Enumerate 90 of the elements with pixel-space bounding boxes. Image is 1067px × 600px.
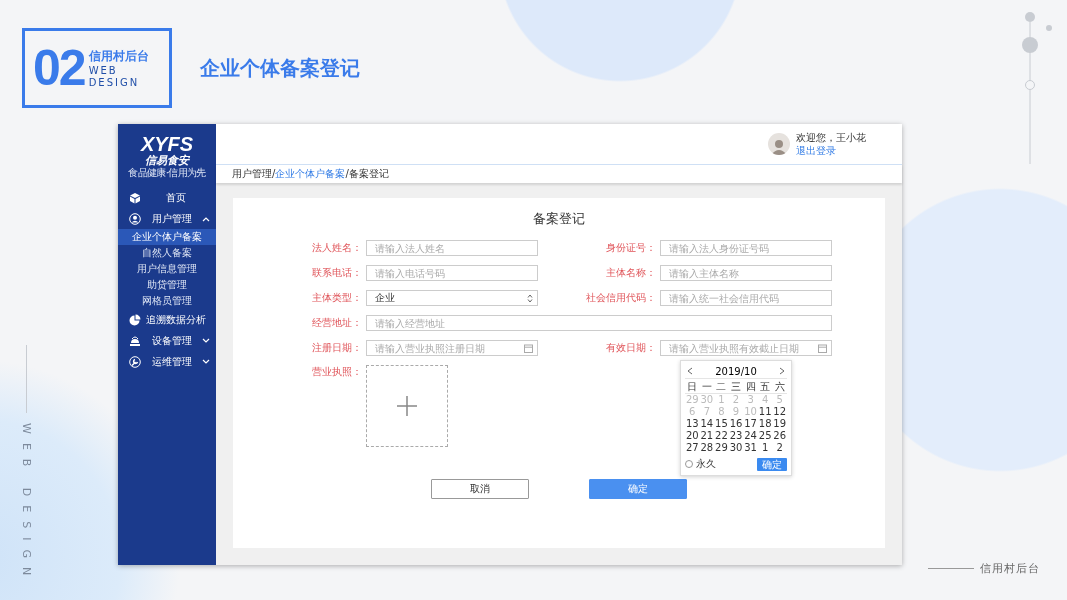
badge-subtitle: WEB xyxy=(88,64,119,77)
radio-button[interactable] xyxy=(685,460,693,468)
breadcrumb-text: /备案登记 xyxy=(345,167,389,181)
user-icon xyxy=(129,212,141,225)
sidebar-item[interactable]: 设备管理 xyxy=(118,330,216,351)
weekday-label: 四 xyxy=(743,381,758,394)
date-field[interactable]: 请输入营业执照有效截止日期 xyxy=(660,340,832,356)
sidebar-item[interactable]: 追溯数据分析 xyxy=(118,309,216,330)
wrench-icon xyxy=(129,355,141,368)
field-label: 联系电话： xyxy=(311,266,363,280)
calendar-day[interactable]: 19 xyxy=(772,418,787,430)
calendar-day[interactable]: 26 xyxy=(772,430,787,442)
welcome-text: 欢迎您，王小花 xyxy=(796,131,866,144)
calendar-day[interactable]: 11 xyxy=(757,406,773,418)
breadcrumb-text: 用户管理/ xyxy=(232,167,276,181)
up-down-arrows-icon xyxy=(527,293,533,303)
text-field[interactable]: 请输入法人姓名 xyxy=(366,240,538,256)
field-label: 经营地址： xyxy=(311,316,363,330)
sidebar-item[interactable]: 首页 xyxy=(118,187,216,208)
cube-icon xyxy=(129,191,141,204)
upload-area[interactable] xyxy=(366,365,448,447)
text-field[interactable]: 请输入主体名称 xyxy=(660,265,832,281)
badge-subtitle: DESIGN xyxy=(88,76,141,89)
calendar-day[interactable]: 13 xyxy=(685,418,700,430)
field-label: 有效日期： xyxy=(605,341,657,355)
calendar-day[interactable]: 28 xyxy=(699,442,715,454)
calendar-icon xyxy=(818,343,827,353)
text-field[interactable]: 请输入法人身份证号码 xyxy=(660,240,832,256)
calendar-day[interactable]: 12 xyxy=(772,406,787,418)
page-heading: 企业个体备案登记 xyxy=(200,54,360,82)
weekday-label: 日 xyxy=(685,381,700,394)
calendar-day[interactable]: 14 xyxy=(699,418,715,430)
submenu-item[interactable]: 助贷管理 xyxy=(118,277,216,293)
field-label: 营业执照： xyxy=(311,365,363,379)
calendar-day[interactable]: 20 xyxy=(685,430,700,442)
vertical-caption: WEB DESIGN xyxy=(20,423,33,585)
pie-chart-icon xyxy=(129,313,141,326)
calendar-day[interactable]: 17 xyxy=(743,418,758,430)
field-label: 主体名称： xyxy=(605,266,657,280)
calendar-day[interactable]: 23 xyxy=(728,430,744,442)
select-field[interactable]: 企业 xyxy=(366,290,538,306)
calendar-day[interactable]: 15 xyxy=(714,418,729,430)
weekday-label: 三 xyxy=(728,381,744,394)
radio-label: 永久 xyxy=(696,457,716,471)
submenu-item[interactable]: 用户信息管理 xyxy=(118,261,216,277)
calendar-day[interactable]: 2 xyxy=(772,442,787,454)
submenu-item[interactable]: 网格员管理 xyxy=(118,293,216,309)
dome-device-icon xyxy=(129,334,141,347)
cancel-button[interactable]: 取消 xyxy=(431,479,529,499)
field-label: 主体类型： xyxy=(311,291,363,305)
logo-tagline: 食品健康·信用为先 xyxy=(128,167,206,179)
calendar-day[interactable]: 31 xyxy=(743,442,758,454)
field-label: 注册日期： xyxy=(311,341,363,355)
weekday-label: 五 xyxy=(757,381,773,394)
submenu-item[interactable]: 企业个体户备案 xyxy=(118,229,216,245)
calendar-day[interactable]: 29 xyxy=(714,442,729,454)
field-label: 身份证号： xyxy=(605,241,657,255)
weekday-label: 一 xyxy=(699,381,715,394)
calendar-day[interactable]: 25 xyxy=(757,430,773,442)
form-title: 备案登记 xyxy=(533,210,585,228)
sidebar-item[interactable]: 运维管理 xyxy=(118,351,216,372)
footer-caption: 信用村后台 xyxy=(980,561,1040,576)
calendar-day[interactable]: 1 xyxy=(757,442,773,454)
calendar-day[interactable]: 18 xyxy=(757,418,773,430)
logo-name: 信易食安 xyxy=(145,154,189,167)
calendar-month: 2019/10 xyxy=(715,365,757,377)
calendar-day[interactable]: 21 xyxy=(699,430,715,442)
text-field[interactable]: 请输入电话号码 xyxy=(366,265,538,281)
field-label: 法人姓名： xyxy=(311,241,363,255)
chevron-right-icon xyxy=(779,367,785,375)
weekday-label: 二 xyxy=(714,381,729,394)
calendar-day[interactable]: 16 xyxy=(728,418,744,430)
logout-link[interactable]: 退出登录 xyxy=(796,144,866,157)
weekday-label: 六 xyxy=(772,381,787,394)
calendar-day[interactable]: 27 xyxy=(685,442,700,454)
breadcrumb-link[interactable]: 企业个体户备案 xyxy=(275,167,346,181)
badge-title: 信用村后台 xyxy=(88,47,149,65)
chevron-left-icon xyxy=(687,367,693,375)
calendar-day[interactable]: 22 xyxy=(714,430,729,442)
date-field[interactable]: 请输入营业执照注册日期 xyxy=(366,340,538,356)
field-label: 社会信用代码： xyxy=(585,291,657,305)
section-number: 02 xyxy=(33,39,85,97)
calendar-day[interactable]: 24 xyxy=(743,430,758,442)
calendar-day[interactable]: 30 xyxy=(728,442,744,454)
sidebar-item[interactable]: 用户管理 xyxy=(118,208,216,229)
submenu-item[interactable]: 自然人备案 xyxy=(118,245,216,261)
calendar-icon xyxy=(524,343,533,353)
logo-wordmark: XYFS xyxy=(140,134,194,154)
plus-icon xyxy=(397,396,417,416)
text-field[interactable]: 请输入经营地址 xyxy=(366,315,832,331)
